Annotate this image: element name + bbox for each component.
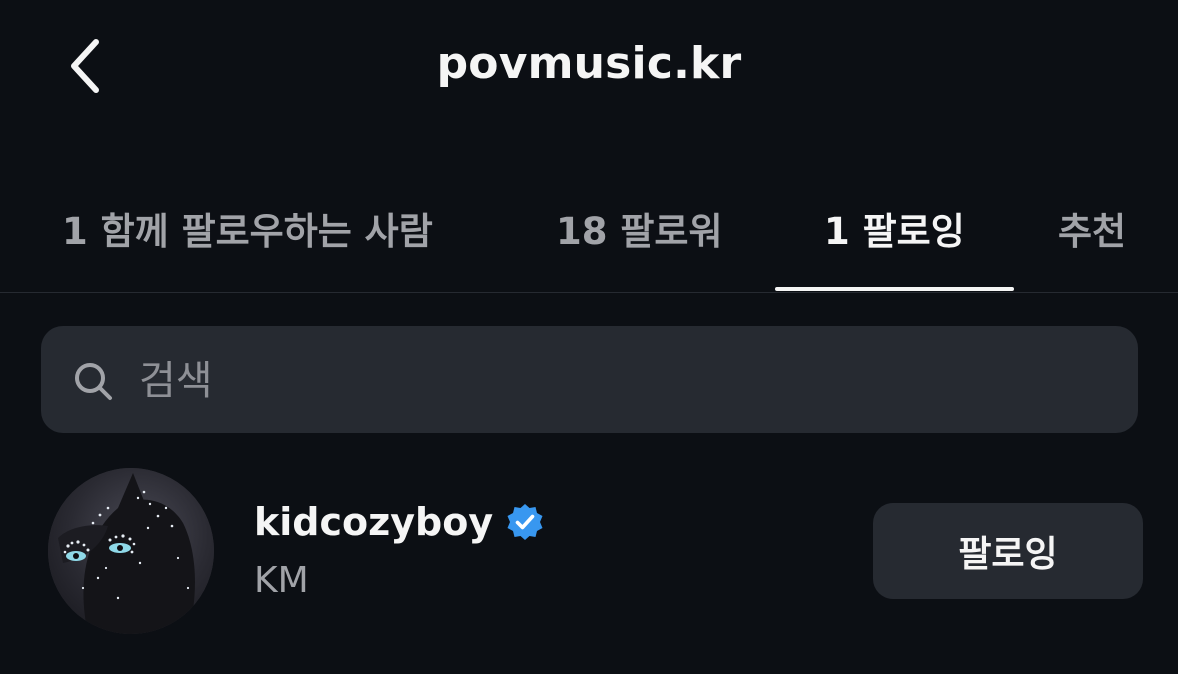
list-item[interactable]: kidcozyboy KM 팔로잉: [0, 460, 1178, 640]
avatar[interactable]: [48, 468, 214, 634]
username-line: kidcozyboy: [254, 500, 545, 544]
active-tab-indicator: [775, 287, 1014, 291]
tab-following[interactable]: 1 팔로잉: [824, 196, 965, 260]
username[interactable]: kidcozyboy: [254, 500, 493, 544]
search-bar[interactable]: [41, 326, 1138, 433]
tab-bar: 1 함께 팔로우하는 사람 18 팔로워 1 팔로잉 추천: [0, 196, 1178, 292]
verified-badge-icon: [507, 504, 543, 540]
tab-suggested[interactable]: 추천: [1058, 196, 1126, 260]
search-input[interactable]: [137, 352, 1101, 410]
full-name: KM: [254, 560, 309, 601]
following-button[interactable]: 팔로잉: [873, 503, 1143, 599]
tab-mutual-followers[interactable]: 1 함께 팔로우하는 사람: [62, 196, 433, 260]
tab-followers[interactable]: 18 팔로워: [556, 196, 723, 260]
search-icon: [75, 363, 112, 400]
black-cat-with-glitter-avatar: [48, 468, 214, 634]
divider: [0, 292, 1178, 293]
following-screen: povmusic.kr 1 함께 팔로우하는 사람 18 팔로워 1 팔로잉 추…: [0, 0, 1178, 674]
page-title: povmusic.kr: [436, 38, 742, 89]
